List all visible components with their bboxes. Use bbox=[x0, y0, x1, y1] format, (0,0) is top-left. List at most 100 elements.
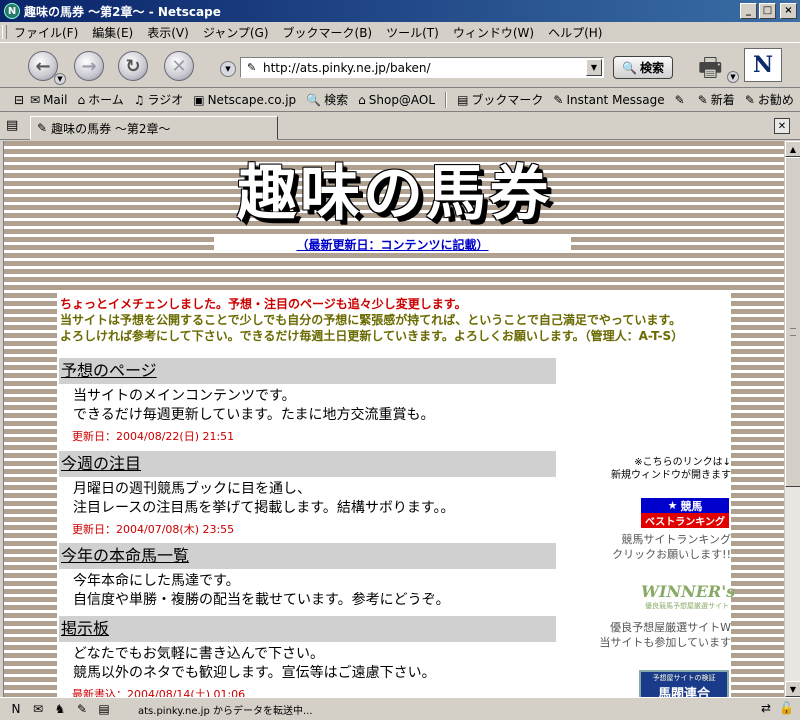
section-heading: 予想のページ bbox=[59, 358, 556, 384]
scroll-thumb[interactable] bbox=[785, 157, 800, 487]
toolbar-recommend[interactable]: ✎ お勧め bbox=[745, 91, 794, 108]
security-lock-icon[interactable]: 🔓 bbox=[779, 701, 794, 715]
section-body: 今年本命にした馬達です。 自信度や単勝・複勝の配当を載せています。参考にどうぞ。 bbox=[59, 572, 556, 610]
last-updated-link[interactable]: （最新更新日：コンテンツに記載） bbox=[296, 238, 488, 252]
address-dropdown-icon[interactable]: ▼ bbox=[220, 61, 236, 77]
url-text[interactable]: http://ats.pinky.ne.jp/baken/ bbox=[263, 61, 431, 75]
netscape-app-icon: N bbox=[4, 3, 20, 19]
banner-subtitle: 予想屋サイトの検証 bbox=[652, 674, 716, 682]
aim-icon[interactable]: ♞ bbox=[52, 701, 68, 717]
bookmark-icon: ▤ bbox=[457, 92, 469, 107]
menu-file[interactable]: ファイル(F) bbox=[8, 24, 84, 41]
toolbar-radio[interactable]: ♫ ラジオ bbox=[134, 91, 184, 108]
banner-bottom: ベストランキング bbox=[641, 513, 729, 528]
page-content: 趣味の馬券 （最新更新日：コンテンツに記載） ちょっとイメチェンしました。予想・… bbox=[3, 141, 784, 697]
section-yosou: 予想のページ 当サイトのメインコンテンツです。 できるだけ毎週更新しています。た… bbox=[59, 358, 556, 444]
mail-icon[interactable]: ✉ bbox=[30, 701, 46, 717]
section-text: 注目レースの注目馬を挙げて掲載します。結構サボります。。 bbox=[73, 500, 455, 516]
mail-icon: ✉ bbox=[30, 92, 41, 107]
url-history-dropdown-icon[interactable]: ▼ bbox=[586, 59, 602, 76]
notice-line-3: よろしければ参考にして下さい。できるだけ毎週土日更新していきます。よろしくお願い… bbox=[60, 329, 684, 343]
address-book-icon[interactable]: ▤ bbox=[96, 701, 112, 717]
ranking-caption: 競馬サイトランキング クリックお願いします!! bbox=[587, 532, 731, 562]
menu-tools[interactable]: ツール(T) bbox=[380, 24, 445, 41]
search-button-label: 検索 bbox=[639, 61, 664, 75]
section-link-bbs[interactable]: 掲示板 bbox=[61, 619, 109, 638]
scroll-up-icon[interactable]: ▲ bbox=[785, 141, 800, 157]
close-button[interactable]: × bbox=[780, 3, 797, 19]
toolbar-shop[interactable]: ⌂ Shop@AOL bbox=[358, 93, 435, 107]
section-link-chumoku[interactable]: 今週の注目 bbox=[61, 454, 141, 473]
window-title-bar: N 趣味の馬券 ～第2章～ - Netscape _ □ × bbox=[0, 0, 800, 22]
bookmark-link-icon: ✎ bbox=[744, 92, 755, 107]
print-dropdown-icon[interactable]: ▼ bbox=[727, 71, 739, 83]
online-icon[interactable]: ⇄ bbox=[761, 701, 771, 715]
netscape-logo[interactable]: N bbox=[744, 48, 782, 82]
caption-line: クリックお願いします!! bbox=[612, 548, 731, 561]
toolbar-instant-message[interactable]: ✎ Instant Message bbox=[553, 93, 664, 107]
scroll-down-icon[interactable]: ▼ bbox=[785, 681, 800, 697]
menu-window[interactable]: ウィンドウ(W) bbox=[447, 24, 540, 41]
toolbar-separator bbox=[445, 91, 448, 108]
reload-button[interactable]: ↻ bbox=[118, 51, 148, 81]
menu-bookmarks[interactable]: ブックマーク(B) bbox=[277, 24, 379, 41]
search-button[interactable]: 🔍 検索 bbox=[613, 56, 673, 79]
print-icon[interactable]: 🖶 bbox=[698, 49, 723, 93]
winners-banner[interactable]: WINNER's 優良競馬予想屋厳選サイト bbox=[641, 582, 736, 616]
scroll-grip-icon bbox=[790, 328, 796, 336]
status-icons: ⇄ 🔓 bbox=[761, 701, 794, 715]
minimize-button[interactable]: _ bbox=[740, 3, 757, 19]
section-text: どなたでもお気軽に書き込んで下さい。 bbox=[73, 646, 325, 662]
composer-icon[interactable]: ✎ bbox=[74, 701, 90, 717]
toolbar-netscape[interactable]: ▣ Netscape.co.jp bbox=[193, 93, 296, 107]
tab-label: 趣味の馬券 ～第2章～ bbox=[51, 121, 171, 136]
yosouya-banner[interactable]: 予想屋サイトの検証 馬閥連合 bbox=[639, 670, 729, 697]
home-icon: ⌂ bbox=[77, 92, 86, 107]
toolbar-home[interactable]: ⌂ ホーム bbox=[77, 91, 123, 108]
toolbar-grip-icon[interactable]: ⊟ bbox=[10, 91, 28, 109]
section-text: 自信度や単勝・複勝の配当を載せています。参考にどうぞ。 bbox=[73, 592, 450, 608]
side-note-line: ※こちらのリンクは↓ bbox=[634, 457, 731, 468]
radio-icon: ♫ bbox=[133, 92, 145, 107]
toolbar-new[interactable]: ✎ 新着 bbox=[698, 91, 735, 108]
tab-current[interactable]: ✎ 趣味の馬券 ～第2章～ bbox=[30, 116, 278, 140]
back-history-dropdown-icon[interactable]: ▼ bbox=[54, 73, 66, 85]
maximize-button[interactable]: □ bbox=[759, 3, 776, 19]
menu-view[interactable]: 表示(V) bbox=[141, 24, 195, 41]
navigation-toolbar: ← ▼ → ↻ ✕ ▼ ✎ http://ats.pinky.ne.jp/bak… bbox=[0, 42, 800, 88]
winners-caption: 優良予想屋厳選サイトW 当サイトも参加しています bbox=[577, 620, 731, 650]
toolbar-search[interactable]: 🔍 検索 bbox=[306, 91, 348, 108]
menu-help[interactable]: ヘルプ(H) bbox=[542, 24, 608, 41]
section-text: 月曜日の週刊競馬ブックに目を通し、 bbox=[73, 481, 311, 497]
forward-button[interactable]: → bbox=[74, 51, 104, 81]
banner-title: WINNER's bbox=[641, 582, 736, 601]
section-link-honmei[interactable]: 今年の本命馬一覧 bbox=[61, 546, 189, 565]
netscape-logo-letter: N bbox=[752, 52, 774, 78]
navigator-icon[interactable]: N bbox=[8, 701, 24, 717]
menu-go[interactable]: ジャンプ(G) bbox=[197, 24, 275, 41]
close-tab-icon[interactable]: ✕ bbox=[774, 118, 790, 134]
section-link-yosou[interactable]: 予想のページ bbox=[61, 361, 157, 380]
page-icon: ✎ bbox=[247, 61, 257, 74]
stop-button[interactable]: ✕ bbox=[164, 51, 194, 81]
bookmark-link-icon: ✎ bbox=[553, 92, 564, 107]
banner-top: ★ 競馬 bbox=[641, 498, 729, 513]
tab-bar: ▤ ✎ 趣味の馬券 ～第2章～ ✕ bbox=[0, 113, 800, 140]
side-note: ※こちらのリンクは↓ 新規ウィンドウが開きます bbox=[587, 456, 731, 482]
banner-title: 馬閥連合 bbox=[657, 687, 710, 697]
toolbar-link[interactable]: ✎ bbox=[675, 93, 688, 107]
personal-toolbar: ⊟ ✉ Mail ⌂ ホーム ♫ ラジオ ▣ Netscape.co.jp 🔍 検索 ⌂ S… bbox=[0, 88, 800, 112]
section-date: 更新日：2004/07/08(木) 23:55 bbox=[72, 523, 235, 536]
new-tab-icon[interactable]: ▤ bbox=[6, 118, 18, 133]
section-date: 最新書込：2004/08/14(土) 01:06 bbox=[72, 688, 246, 697]
address-bar[interactable]: ✎ http://ats.pinky.ne.jp/baken/ ▼ bbox=[240, 57, 604, 78]
keiba-ranking-banner[interactable]: ★ 競馬 ベストランキング bbox=[641, 498, 729, 528]
menu-edit[interactable]: 編集(E) bbox=[86, 24, 139, 41]
section-text: 当サイトのメインコンテンツです。 bbox=[73, 388, 296, 404]
main-panel: ちょっとイメチェンしました。予想・注目のページも追々少し変更します。 当サイトは… bbox=[57, 292, 736, 697]
section-text: 競馬以外のネタでも歓迎します。宣伝等はご遠慮下さい。 bbox=[73, 665, 436, 681]
toolbar-mail[interactable]: ✉ Mail bbox=[30, 93, 67, 107]
section-body: 当サイトのメインコンテンツです。 できるだけ毎週更新しています。たまに地方交流重… bbox=[59, 387, 556, 425]
toolbar-bookmarks[interactable]: ▤ ブックマーク bbox=[457, 91, 543, 108]
vertical-scrollbar[interactable]: ▲ ▼ bbox=[784, 141, 800, 697]
